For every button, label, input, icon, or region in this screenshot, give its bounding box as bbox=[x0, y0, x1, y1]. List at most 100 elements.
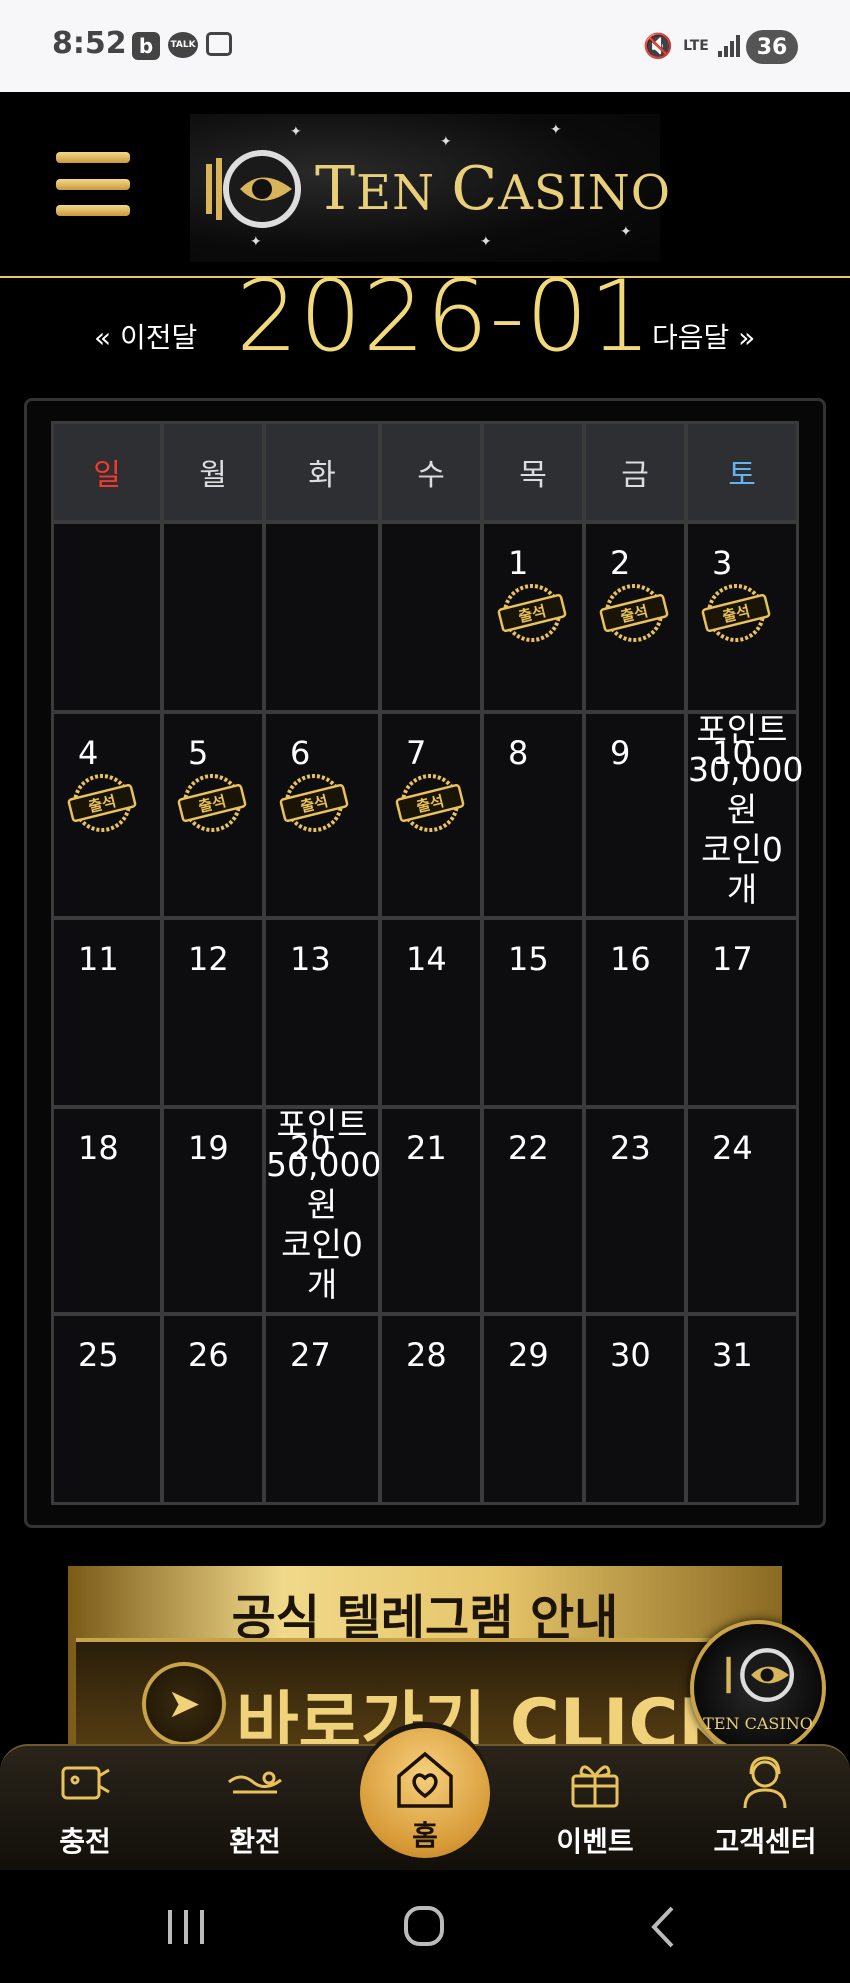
calendar-day-cell[interactable]: 25 bbox=[51, 1313, 163, 1505]
day-number: 26 bbox=[188, 1336, 229, 1374]
day-number: 12 bbox=[188, 940, 229, 978]
logo-mark-icon bbox=[206, 150, 301, 228]
reward-line: 50,000 bbox=[266, 1145, 382, 1184]
reward-line: 개 bbox=[726, 870, 758, 909]
calendar-day-cell[interactable]: 14 bbox=[379, 917, 483, 1108]
weekday-header: 토 bbox=[685, 421, 799, 523]
reward-line: 원 bbox=[726, 790, 758, 829]
calendar-day-cell[interactable]: 2 출석 bbox=[583, 521, 687, 713]
support-icon bbox=[743, 1756, 787, 1809]
back-icon[interactable] bbox=[634, 1902, 694, 1952]
weekday-header: 화 bbox=[263, 421, 381, 523]
nav-support[interactable]: 고객센터 bbox=[680, 1746, 850, 1872]
day-number: 30 bbox=[610, 1336, 651, 1374]
day-number: 27 bbox=[290, 1336, 331, 1374]
signal-icon bbox=[716, 32, 744, 60]
weekday-header: 월 bbox=[161, 421, 265, 523]
nav-withdraw[interactable]: 환전 bbox=[170, 1746, 340, 1872]
calendar-day-cell[interactable]: 15 bbox=[481, 917, 585, 1108]
prev-month-link[interactable]: « 이전달 bbox=[94, 316, 197, 356]
calendar-day-cell[interactable]: 4 출석 bbox=[51, 711, 163, 919]
logo-mark-icon bbox=[726, 1648, 794, 1702]
calendar-day-cell[interactable]: 20 포인트 50,000 원 코인0 개 bbox=[263, 1105, 382, 1315]
nav-deposit[interactable]: 충전 bbox=[0, 1746, 170, 1872]
lte-icon: LTE bbox=[683, 37, 709, 54]
nav-home-button[interactable]: 홈 bbox=[360, 1728, 490, 1858]
calendar-day-cell bbox=[263, 521, 381, 713]
day-number: 24 bbox=[712, 1129, 753, 1167]
reward-text: 포인트 50,000 원 코인0 개 bbox=[266, 1105, 382, 1305]
calendar-day-cell bbox=[379, 521, 483, 713]
calendar-day-cell[interactable]: 12 bbox=[161, 917, 265, 1108]
calendar-day-cell[interactable]: 9 bbox=[583, 711, 687, 919]
calendar-day-cell[interactable]: 13 bbox=[263, 917, 381, 1108]
weekday-header: 금 bbox=[583, 421, 687, 523]
site-header: ✦ ✦ ✦ ✦ ✦ ✦ TEN CASINO bbox=[0, 92, 850, 278]
calendar-day-cell[interactable]: 3 출석 bbox=[685, 521, 799, 713]
day-number: 6 bbox=[290, 734, 311, 772]
calendar-day-cell[interactable]: 11 bbox=[51, 917, 163, 1108]
reward-line: 포인트 bbox=[696, 710, 788, 749]
calendar-day-cell[interactable]: 10 포인트 30,000 원 코인0 개 bbox=[685, 710, 803, 919]
menu-icon[interactable] bbox=[56, 152, 130, 216]
weekday-header: 일 bbox=[51, 421, 163, 523]
ten-casino-logo[interactable]: ✦ ✦ ✦ ✦ ✦ ✦ TEN CASINO bbox=[190, 114, 670, 262]
day-number: 28 bbox=[406, 1336, 447, 1374]
status-time: 8:52 bbox=[52, 26, 127, 61]
recent-apps-icon[interactable] bbox=[156, 1902, 216, 1952]
reward-line: 코인0 bbox=[281, 1225, 363, 1264]
attendance-stamp-icon: 출석 bbox=[67, 774, 137, 832]
blog-app-icon: b bbox=[132, 32, 160, 60]
withdraw-icon bbox=[228, 1771, 282, 1794]
reward-line: 포인트 bbox=[276, 1105, 368, 1144]
day-number: 17 bbox=[712, 940, 753, 978]
day-number: 13 bbox=[290, 940, 331, 978]
calendar-day-cell[interactable]: 19 bbox=[161, 1106, 265, 1315]
calendar-day-cell[interactable]: 27 bbox=[263, 1313, 381, 1505]
calendar-day-cell[interactable]: 8 bbox=[481, 711, 585, 919]
kakaotalk-icon: TALK bbox=[168, 32, 198, 58]
day-number: 25 bbox=[78, 1336, 119, 1374]
day-number: 31 bbox=[712, 1336, 753, 1374]
calendar-day-cell[interactable]: 30 bbox=[583, 1313, 687, 1505]
calendar-day-cell[interactable]: 7 출석 bbox=[379, 711, 483, 919]
nav-event[interactable]: 이벤트 bbox=[510, 1746, 680, 1872]
day-number: 21 bbox=[406, 1129, 447, 1167]
reward-line: 원 bbox=[306, 1185, 338, 1224]
next-month-link[interactable]: 다음달 » bbox=[652, 316, 755, 356]
status-bar: 8:52 b TALK 🔇 LTE 36 bbox=[0, 0, 850, 92]
calendar-day-cell[interactable]: 24 bbox=[685, 1106, 799, 1315]
weekday-header: 목 bbox=[481, 421, 585, 523]
calendar-day-cell[interactable]: 16 bbox=[583, 917, 687, 1108]
calendar-day-cell[interactable]: 5 출석 bbox=[161, 711, 265, 919]
attendance-stamp-icon: 출석 bbox=[497, 584, 567, 642]
calendar-day-cell[interactable]: 6 출석 bbox=[263, 711, 381, 919]
reward-line: 개 bbox=[306, 1265, 338, 1304]
calendar-day-cell[interactable]: 29 bbox=[481, 1313, 585, 1505]
calendar-day-cell[interactable]: 1 출석 bbox=[481, 521, 585, 713]
calendar-day-cell bbox=[161, 521, 265, 713]
calendar-day-cell[interactable]: 23 bbox=[583, 1106, 687, 1315]
attendance-stamp-icon: 출석 bbox=[177, 774, 247, 832]
floating-logo-button[interactable]: TEN CASINO bbox=[690, 1620, 826, 1756]
calendar-day-cell[interactable]: 31 bbox=[685, 1313, 799, 1505]
month-title: 2026-01 bbox=[236, 260, 653, 374]
day-number: 7 bbox=[406, 734, 427, 772]
day-number: 8 bbox=[508, 734, 529, 772]
screenshot-icon bbox=[206, 32, 232, 56]
calendar-day-cell[interactable]: 26 bbox=[161, 1313, 265, 1505]
day-number: 18 bbox=[78, 1129, 119, 1167]
month-navigation: « 이전달 2026-01 다음달 » bbox=[0, 260, 850, 374]
attendance-stamp-icon: 출석 bbox=[599, 584, 669, 642]
calendar-day-cell[interactable]: 17 bbox=[685, 917, 799, 1108]
calendar-day-cell[interactable]: 18 bbox=[51, 1106, 163, 1315]
day-number: 15 bbox=[508, 940, 549, 978]
day-number: 19 bbox=[188, 1129, 229, 1167]
calendar-day-cell bbox=[51, 521, 163, 713]
calendar-day-cell[interactable]: 22 bbox=[481, 1106, 585, 1315]
home-system-icon[interactable] bbox=[394, 1902, 454, 1952]
day-number: 23 bbox=[610, 1129, 651, 1167]
attendance-stamp-icon: 출석 bbox=[279, 774, 349, 832]
calendar-day-cell[interactable]: 28 bbox=[379, 1313, 483, 1505]
calendar-day-cell[interactable]: 21 bbox=[379, 1106, 483, 1315]
